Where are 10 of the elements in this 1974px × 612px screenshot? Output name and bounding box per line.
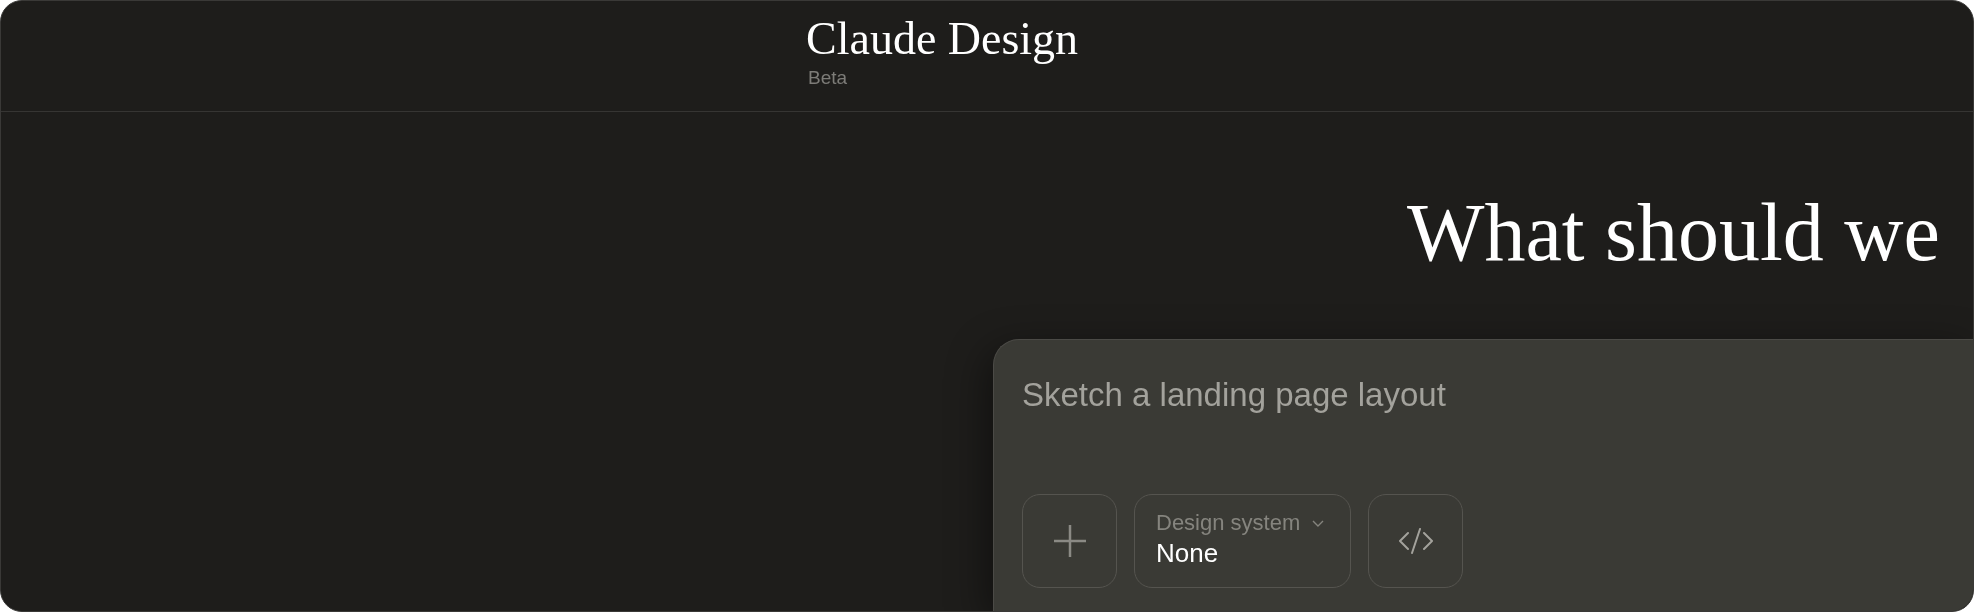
code-icon — [1397, 528, 1434, 554]
add-button[interactable] — [1022, 494, 1117, 588]
page-heading: What should we — [1407, 192, 1940, 274]
prompt-field[interactable]: Sketch a landing page layout Design system None — [993, 339, 1973, 611]
beta-label: Beta — [808, 68, 848, 87]
design-system-select[interactable]: Design system None — [1134, 494, 1351, 588]
chevron-icon — [1312, 519, 1325, 527]
app-title: Claude Design — [806, 16, 1079, 62]
code-button[interactable] — [1368, 494, 1463, 588]
plus-icon — [1053, 525, 1086, 557]
